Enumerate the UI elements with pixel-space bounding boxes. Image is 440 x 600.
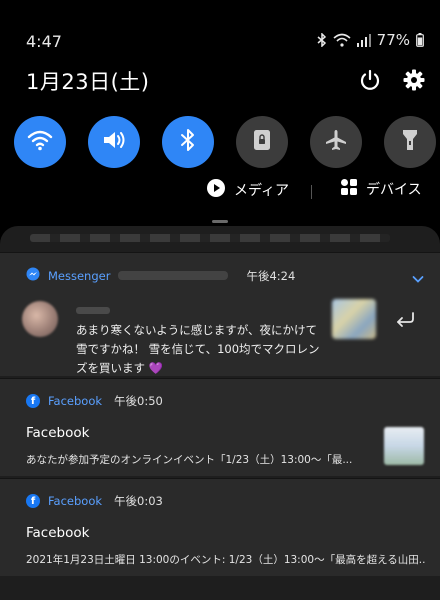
notification-card-messenger[interactable]: Messenger 午後4:24 あまり寒くないように感じますが、夜にかけて雪で…	[0, 252, 440, 376]
notification-title: Facebook	[26, 425, 90, 441]
app-name: Messenger	[48, 268, 111, 283]
bluetooth-status-icon	[317, 33, 327, 47]
media-button[interactable]: メディア	[206, 178, 289, 202]
blurred-text	[30, 234, 390, 242]
chevron-down-icon[interactable]	[412, 269, 424, 288]
bluetooth-icon	[180, 128, 196, 156]
notification-time: 午後0:50	[114, 394, 163, 408]
power-icon[interactable]	[358, 68, 382, 96]
quick-settings-row	[0, 116, 440, 172]
image-thumbnail	[384, 427, 424, 465]
signal-icon	[356, 33, 371, 47]
notification-card-facebook[interactable]: f Facebook 午後0:50 Facebook あなたが参加予定のオンライ…	[0, 378, 440, 476]
drag-handle[interactable]	[212, 220, 228, 223]
devices-label: デバイス	[366, 182, 422, 198]
screen-lock-toggle[interactable]	[236, 116, 288, 168]
flashlight-icon	[401, 128, 419, 156]
notification-body: あまり寒くないように感じますが、夜にかけて雪ですかね！ 雪を信じて、100均でマ…	[76, 323, 320, 375]
media-devices-row: メディア デバイス	[0, 178, 440, 208]
app-name: Facebook	[48, 394, 103, 408]
status-icons: 77%	[317, 31, 424, 49]
sound-toggle[interactable]	[88, 116, 140, 168]
avatar	[22, 301, 58, 337]
devices-button[interactable]: デバイス	[340, 178, 422, 200]
status-bar: 4:47 77%	[0, 0, 440, 72]
notification-header: f Facebook 午後0:50	[26, 393, 163, 409]
gear-icon[interactable]	[402, 68, 426, 96]
notification-header: Messenger 午後4:24	[26, 267, 295, 284]
notification-title: Facebook	[26, 525, 90, 541]
clock: 4:47	[26, 32, 62, 51]
notification-panel: Messenger 午後4:24 あまり寒くないように感じますが、夜にかけて雪で…	[0, 226, 440, 600]
airplane-mode-toggle[interactable]	[310, 116, 362, 168]
battery-percent: 77%	[376, 31, 410, 49]
quick-panel-header: 1月23日(土)	[0, 66, 440, 102]
flashlight-toggle[interactable]	[384, 116, 436, 168]
divider	[311, 185, 312, 199]
lock-rotation-icon	[253, 129, 271, 155]
notification-time: 午後4:24	[246, 268, 296, 283]
notification-body: 2021年1月23日土曜日 13:00のイベント: 1/23（土）13:00〜「…	[26, 554, 426, 566]
devices-grid-icon	[340, 178, 358, 200]
app-name: Facebook	[48, 494, 103, 508]
facebook-icon: f	[26, 394, 40, 408]
collapsed-notification-peek	[0, 226, 440, 252]
bluetooth-toggle[interactable]	[162, 116, 214, 168]
facebook-icon: f	[26, 494, 40, 508]
reply-icon[interactable]	[394, 311, 416, 333]
airplane-icon	[324, 128, 348, 156]
date-label: 1月23日(土)	[26, 70, 150, 94]
blurred-sender	[118, 271, 229, 280]
messenger-icon	[26, 267, 40, 284]
notification-card-facebook[interactable]: f Facebook 午後0:03 Facebook 2021年1月23日土曜日…	[0, 478, 440, 576]
media-label: メディア	[234, 183, 290, 199]
wifi-toggle[interactable]	[14, 116, 66, 168]
battery-icon	[416, 33, 424, 47]
wifi-status-icon	[333, 33, 351, 47]
play-icon	[206, 178, 226, 202]
notification-time: 午後0:03	[114, 494, 163, 508]
wifi-icon	[27, 129, 53, 155]
notification-body: あなたが参加予定のオンラインイベント「1/23（土）13:00〜「最...	[26, 454, 353, 466]
blurred-name	[76, 307, 110, 314]
image-thumbnail	[332, 299, 376, 339]
notification-header: f Facebook 午後0:03	[26, 493, 163, 509]
speaker-icon	[101, 129, 127, 155]
